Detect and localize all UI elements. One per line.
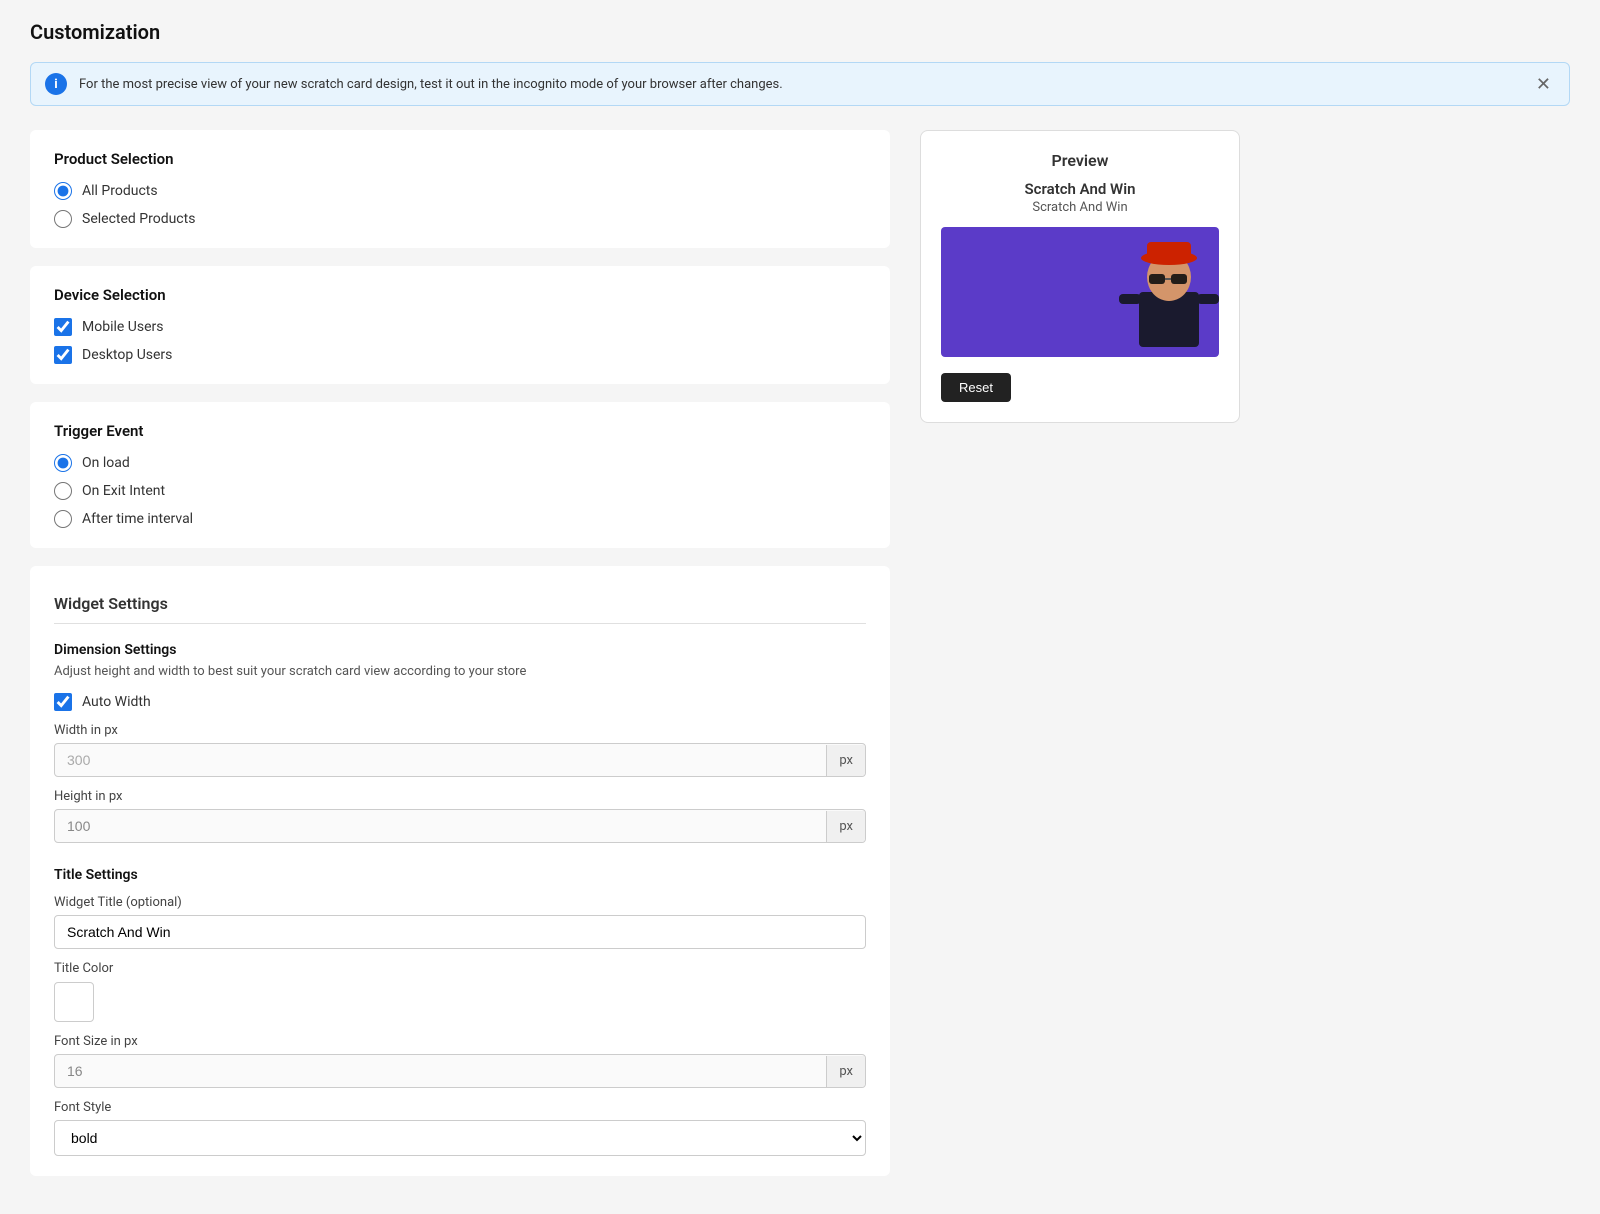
radio-exit-intent-input[interactable] bbox=[54, 482, 72, 500]
alert-banner: i For the most precise view of your new … bbox=[30, 62, 1570, 106]
preview-title: Preview bbox=[941, 151, 1219, 170]
radio-all-products-input[interactable] bbox=[54, 182, 72, 200]
alert-text: For the most precise view of your new sc… bbox=[79, 77, 1532, 92]
preview-card-title: Scratch And Win bbox=[941, 180, 1219, 198]
product-selection-title: Product Selection bbox=[54, 150, 866, 168]
width-suffix: px bbox=[826, 745, 865, 776]
preview-card: Preview Scratch And Win Scratch And Win bbox=[920, 130, 1240, 423]
product-selection-radio-group: All Products Selected Products bbox=[54, 182, 866, 228]
preview-character bbox=[1119, 232, 1219, 352]
height-suffix: px bbox=[826, 811, 865, 842]
widget-settings-section: Widget Settings Dimension Settings Adjus… bbox=[30, 566, 890, 1176]
checkbox-desktop-users[interactable]: Desktop Users bbox=[54, 346, 866, 364]
radio-all-products-label: All Products bbox=[82, 183, 158, 199]
width-input[interactable] bbox=[55, 744, 826, 776]
preview-panel: Preview Scratch And Win Scratch And Win bbox=[920, 130, 1240, 1194]
preview-image-area bbox=[941, 227, 1219, 357]
widget-settings-divider bbox=[54, 623, 866, 624]
auto-width-checkbox[interactable] bbox=[54, 693, 72, 711]
preview-card-subtitle: Scratch And Win bbox=[941, 200, 1219, 215]
device-selection-checkbox-group: Mobile Users Desktop Users bbox=[54, 318, 866, 364]
height-input-container: px bbox=[54, 809, 866, 843]
font-style-select[interactable]: normal bold italic bbox=[54, 1120, 866, 1156]
font-size-label: Font Size in px bbox=[54, 1034, 866, 1049]
trigger-event-section: Trigger Event On load On Exit Intent Aft… bbox=[30, 402, 890, 548]
checkbox-mobile-users-input[interactable] bbox=[54, 318, 72, 336]
checkbox-mobile-users-label: Mobile Users bbox=[82, 319, 163, 335]
trigger-event-title: Trigger Event bbox=[54, 422, 866, 440]
radio-time-interval-input[interactable] bbox=[54, 510, 72, 528]
font-size-suffix: px bbox=[826, 1056, 865, 1087]
device-selection-title: Device Selection bbox=[54, 286, 866, 304]
radio-time-interval-label: After time interval bbox=[82, 511, 193, 527]
reset-button[interactable]: Reset bbox=[941, 373, 1011, 402]
widget-title-input[interactable] bbox=[54, 915, 866, 949]
font-size-input[interactable] bbox=[55, 1055, 826, 1087]
title-settings: Title Settings Widget Title (optional) T… bbox=[54, 867, 866, 1156]
radio-selected-products-label: Selected Products bbox=[82, 211, 195, 227]
font-style-label: Font Style bbox=[54, 1100, 866, 1115]
product-selection-section: Product Selection All Products Selected … bbox=[30, 130, 890, 248]
radio-selected-products-input[interactable] bbox=[54, 210, 72, 228]
radio-exit-intent-label: On Exit Intent bbox=[82, 483, 165, 499]
width-input-container: px bbox=[54, 743, 866, 777]
auto-width-row: Auto Width bbox=[54, 693, 866, 711]
device-selection-section: Device Selection Mobile Users Desktop Us… bbox=[30, 266, 890, 384]
widget-title-label: Widget Title (optional) bbox=[54, 895, 866, 910]
title-settings-title: Title Settings bbox=[54, 867, 866, 883]
checkbox-desktop-users-label: Desktop Users bbox=[82, 347, 172, 363]
height-label: Height in px bbox=[54, 789, 866, 804]
font-size-input-container: px bbox=[54, 1054, 866, 1088]
page-title: Customization bbox=[30, 20, 1570, 44]
dimension-settings: Dimension Settings Adjust height and wid… bbox=[54, 642, 866, 843]
radio-on-load-input[interactable] bbox=[54, 454, 72, 472]
radio-on-load-label: On load bbox=[82, 455, 130, 471]
radio-all-products[interactable]: All Products bbox=[54, 182, 866, 200]
radio-selected-products[interactable]: Selected Products bbox=[54, 210, 866, 228]
dimension-settings-title: Dimension Settings bbox=[54, 642, 866, 658]
radio-exit-intent[interactable]: On Exit Intent bbox=[54, 482, 866, 500]
auto-width-label: Auto Width bbox=[82, 694, 151, 710]
settings-panel: Product Selection All Products Selected … bbox=[30, 130, 890, 1194]
trigger-event-radio-group: On load On Exit Intent After time interv… bbox=[54, 454, 866, 528]
title-color-label: Title Color bbox=[54, 961, 866, 976]
height-input[interactable] bbox=[55, 810, 826, 842]
width-label: Width in px bbox=[54, 723, 866, 738]
auto-width-checkbox-label[interactable]: Auto Width bbox=[54, 693, 151, 711]
alert-close-button[interactable]: ✕ bbox=[1532, 75, 1555, 93]
info-icon: i bbox=[45, 73, 67, 95]
checkbox-mobile-users[interactable]: Mobile Users bbox=[54, 318, 866, 336]
radio-time-interval[interactable]: After time interval bbox=[54, 510, 866, 528]
radio-on-load[interactable]: On load bbox=[54, 454, 866, 472]
widget-settings-title: Widget Settings bbox=[54, 594, 866, 613]
dimension-settings-desc: Adjust height and width to best suit you… bbox=[54, 664, 866, 679]
title-color-swatch[interactable] bbox=[54, 982, 94, 1022]
checkbox-desktop-users-input[interactable] bbox=[54, 346, 72, 364]
